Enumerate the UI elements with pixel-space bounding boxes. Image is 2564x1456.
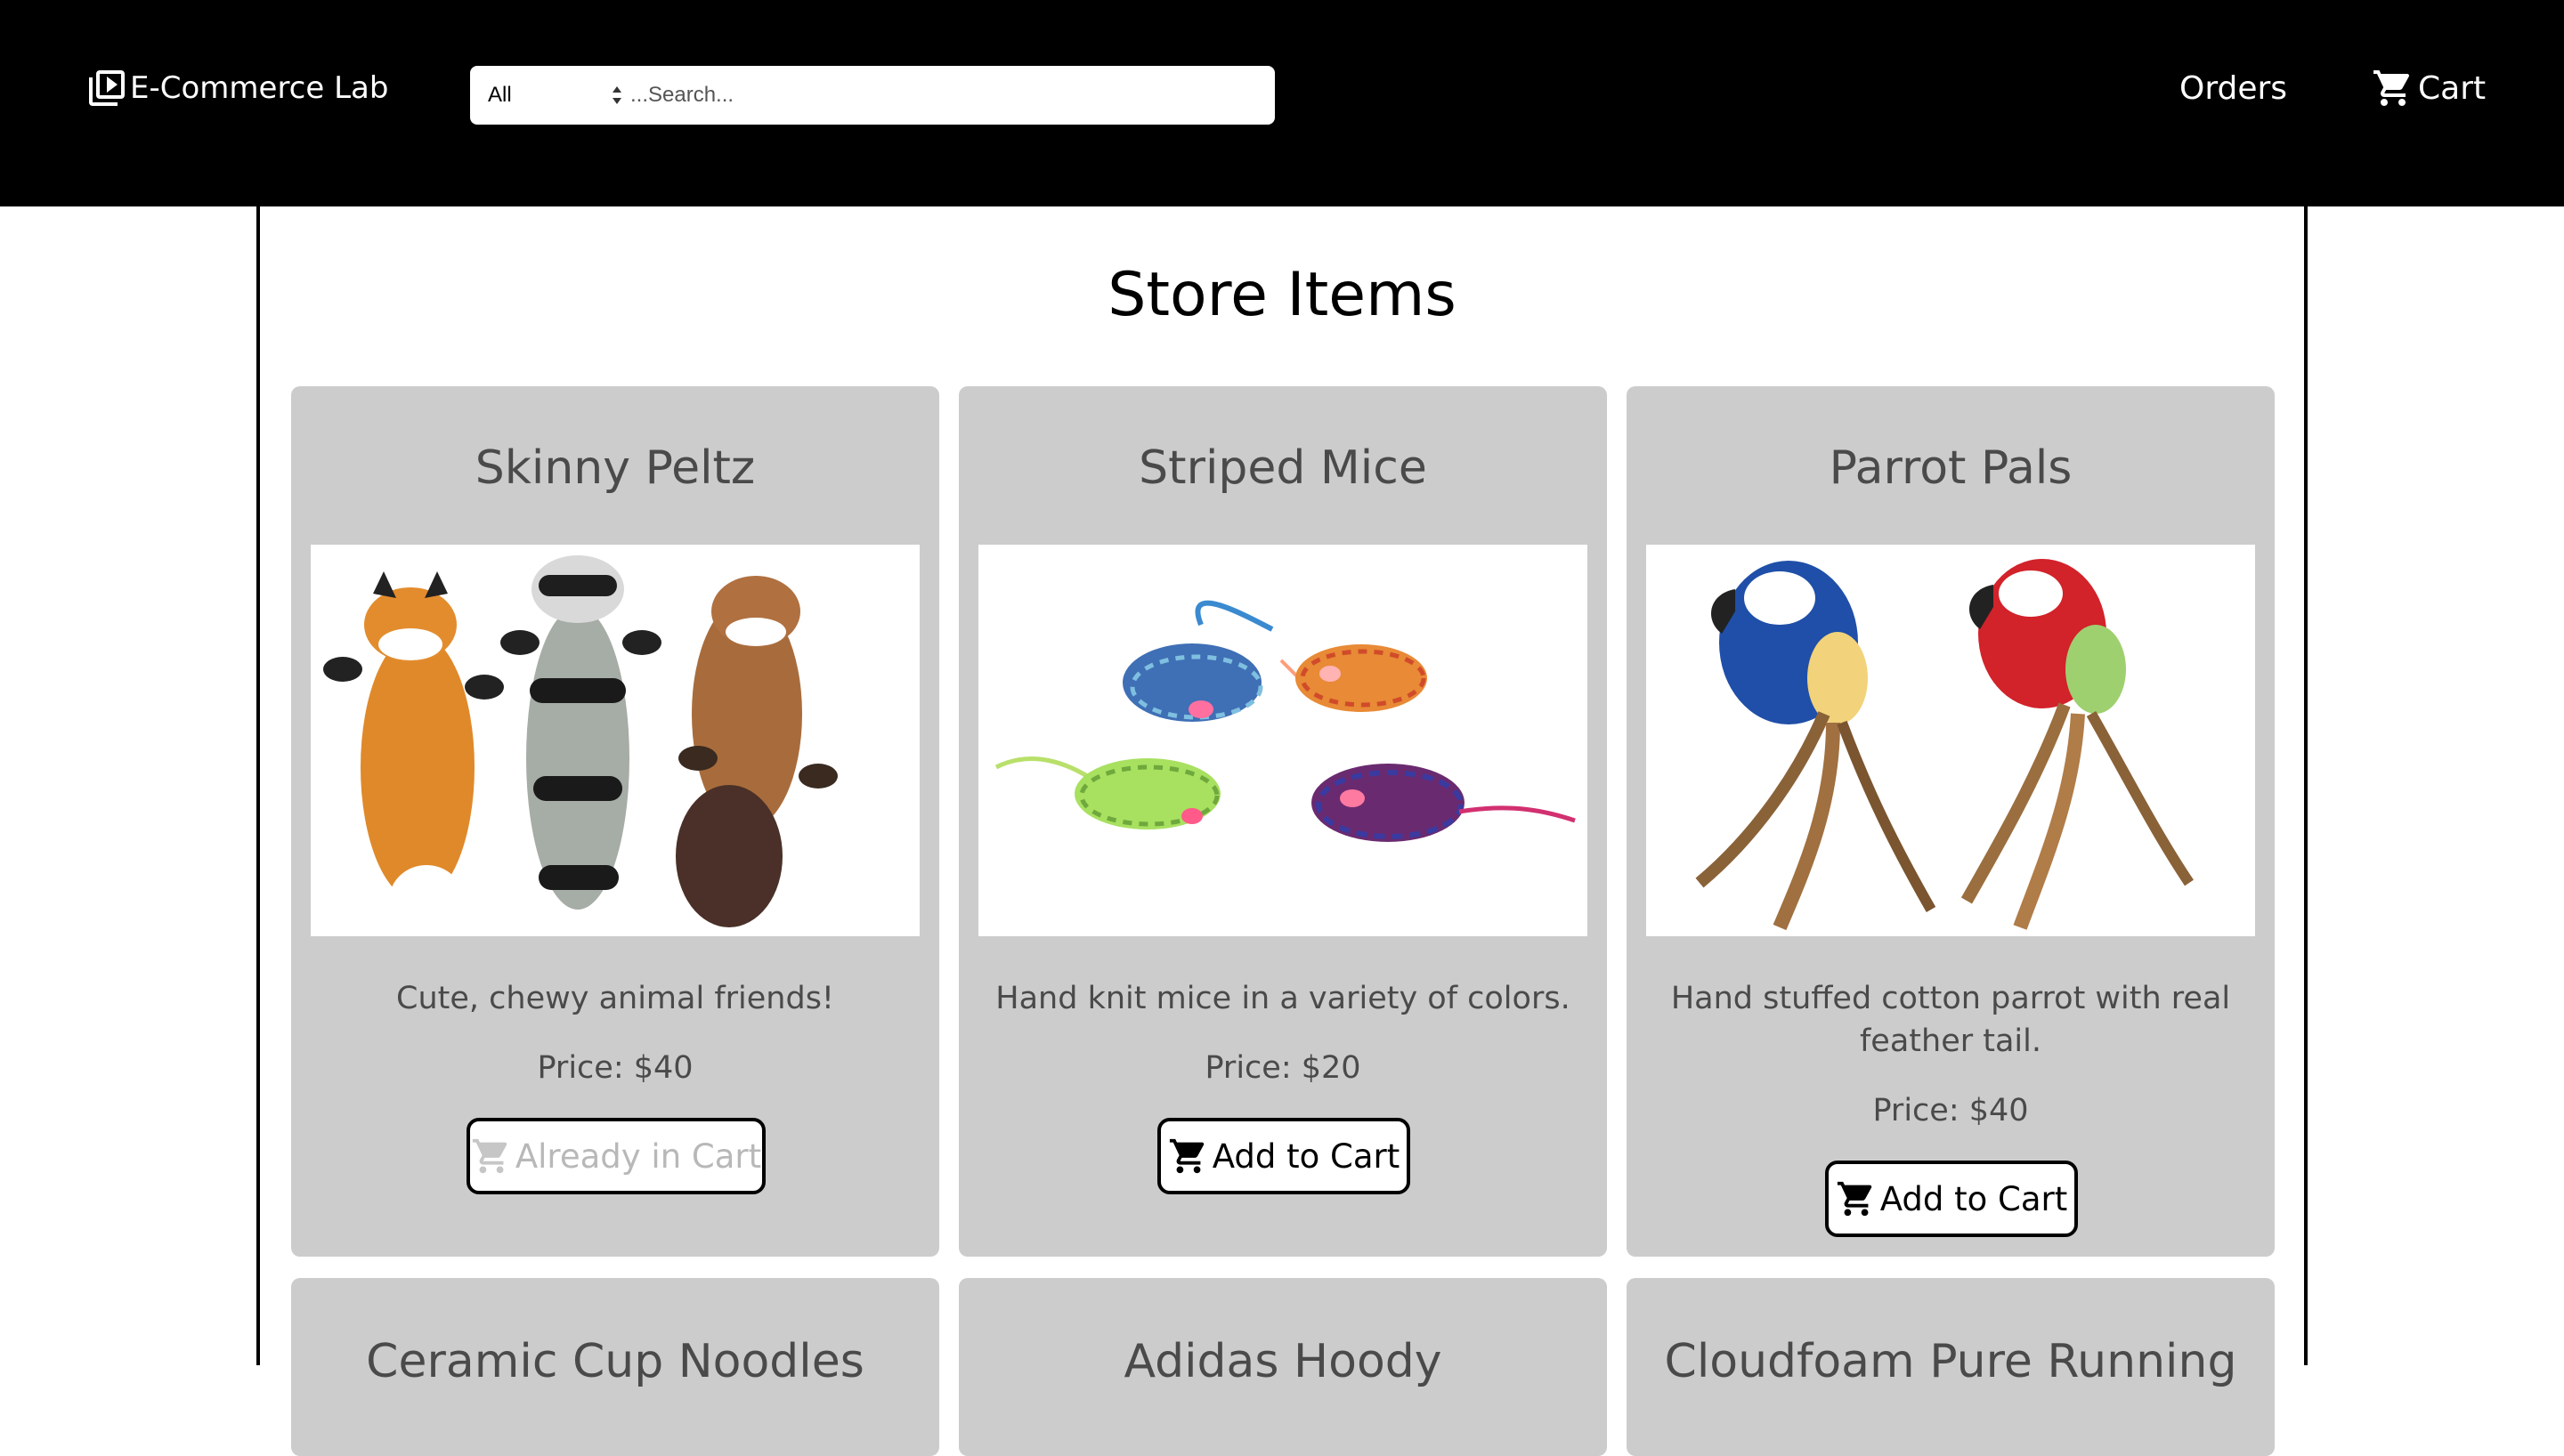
select-arrows-icon (613, 86, 621, 104)
page-title: Store Items (1108, 260, 1456, 330)
product-description: Hand stuffed cotton parrot with real fea… (1670, 981, 2231, 1059)
category-select[interactable]: All (470, 66, 629, 125)
shopping-cart-icon (2373, 70, 2410, 106)
add-to-cart-button[interactable]: Add to Cart (1157, 1118, 1410, 1194)
product-title: Striped Mice (1139, 441, 1427, 495)
brand-link[interactable]: E-Commerce Lab (85, 66, 388, 110)
button-label: Add to Cart (1879, 1179, 2068, 1218)
already-in-cart-button[interactable]: Already in Cart (467, 1118, 766, 1194)
product-price: Price: $20 (1205, 1050, 1361, 1086)
nav-cart-link[interactable]: Cart (2372, 66, 2486, 110)
product-description: Hand knit mice in a variety of colors. (995, 981, 1570, 1016)
shopping-cart-icon (1169, 1138, 1204, 1174)
nav-orders-label: Orders (2179, 69, 2288, 107)
button-label: Add to Cart (1212, 1136, 1400, 1176)
brand-label: E-Commerce Lab (130, 70, 389, 106)
product-card: Adidas Hoody (959, 1278, 1607, 1456)
product-title: Skinny Peltz (475, 441, 756, 495)
category-select-value: All (488, 83, 512, 107)
shopping-cart-icon (472, 1138, 507, 1174)
product-image (1646, 545, 2255, 936)
top-navbar: E-Commerce Lab All Orders Cart (0, 0, 2564, 206)
product-description: Cute, chewy animal friends! (396, 981, 834, 1016)
product-price: Price: $40 (1872, 1093, 2029, 1128)
product-title: Parrot Pals (1829, 441, 2073, 495)
store-container: Store Items Skinny Peltz Cute, chewy ani… (256, 206, 2308, 1456)
product-image (978, 545, 1587, 936)
product-title: Cloudfoam Pure Running (1664, 1335, 2237, 1388)
product-title: Ceramic Cup Noodles (366, 1335, 864, 1388)
shopping-cart-icon (1837, 1181, 1871, 1217)
product-card: Ceramic Cup Noodles (291, 1278, 939, 1456)
product-price: Price: $40 (537, 1050, 694, 1086)
product-card: Parrot Pals Hand stuffed cotton parrot w… (1627, 386, 2275, 1257)
button-label: Already in Cart (515, 1136, 762, 1176)
product-image (311, 545, 920, 936)
search-input[interactable] (627, 66, 1275, 125)
video-library-icon (89, 70, 125, 106)
product-card: Cloudfoam Pure Running (1627, 1278, 2275, 1456)
nav-cart-label: Cart (2418, 69, 2487, 107)
product-card: Skinny Peltz Cute, chewy animal friends!… (291, 386, 939, 1257)
nav-orders-link[interactable]: Orders (2179, 66, 2287, 110)
product-title: Adidas Hoody (1124, 1335, 1442, 1388)
add-to-cart-button[interactable]: Add to Cart (1825, 1161, 2078, 1237)
product-card: Striped Mice Hand knit mice in a variety… (959, 386, 1607, 1257)
